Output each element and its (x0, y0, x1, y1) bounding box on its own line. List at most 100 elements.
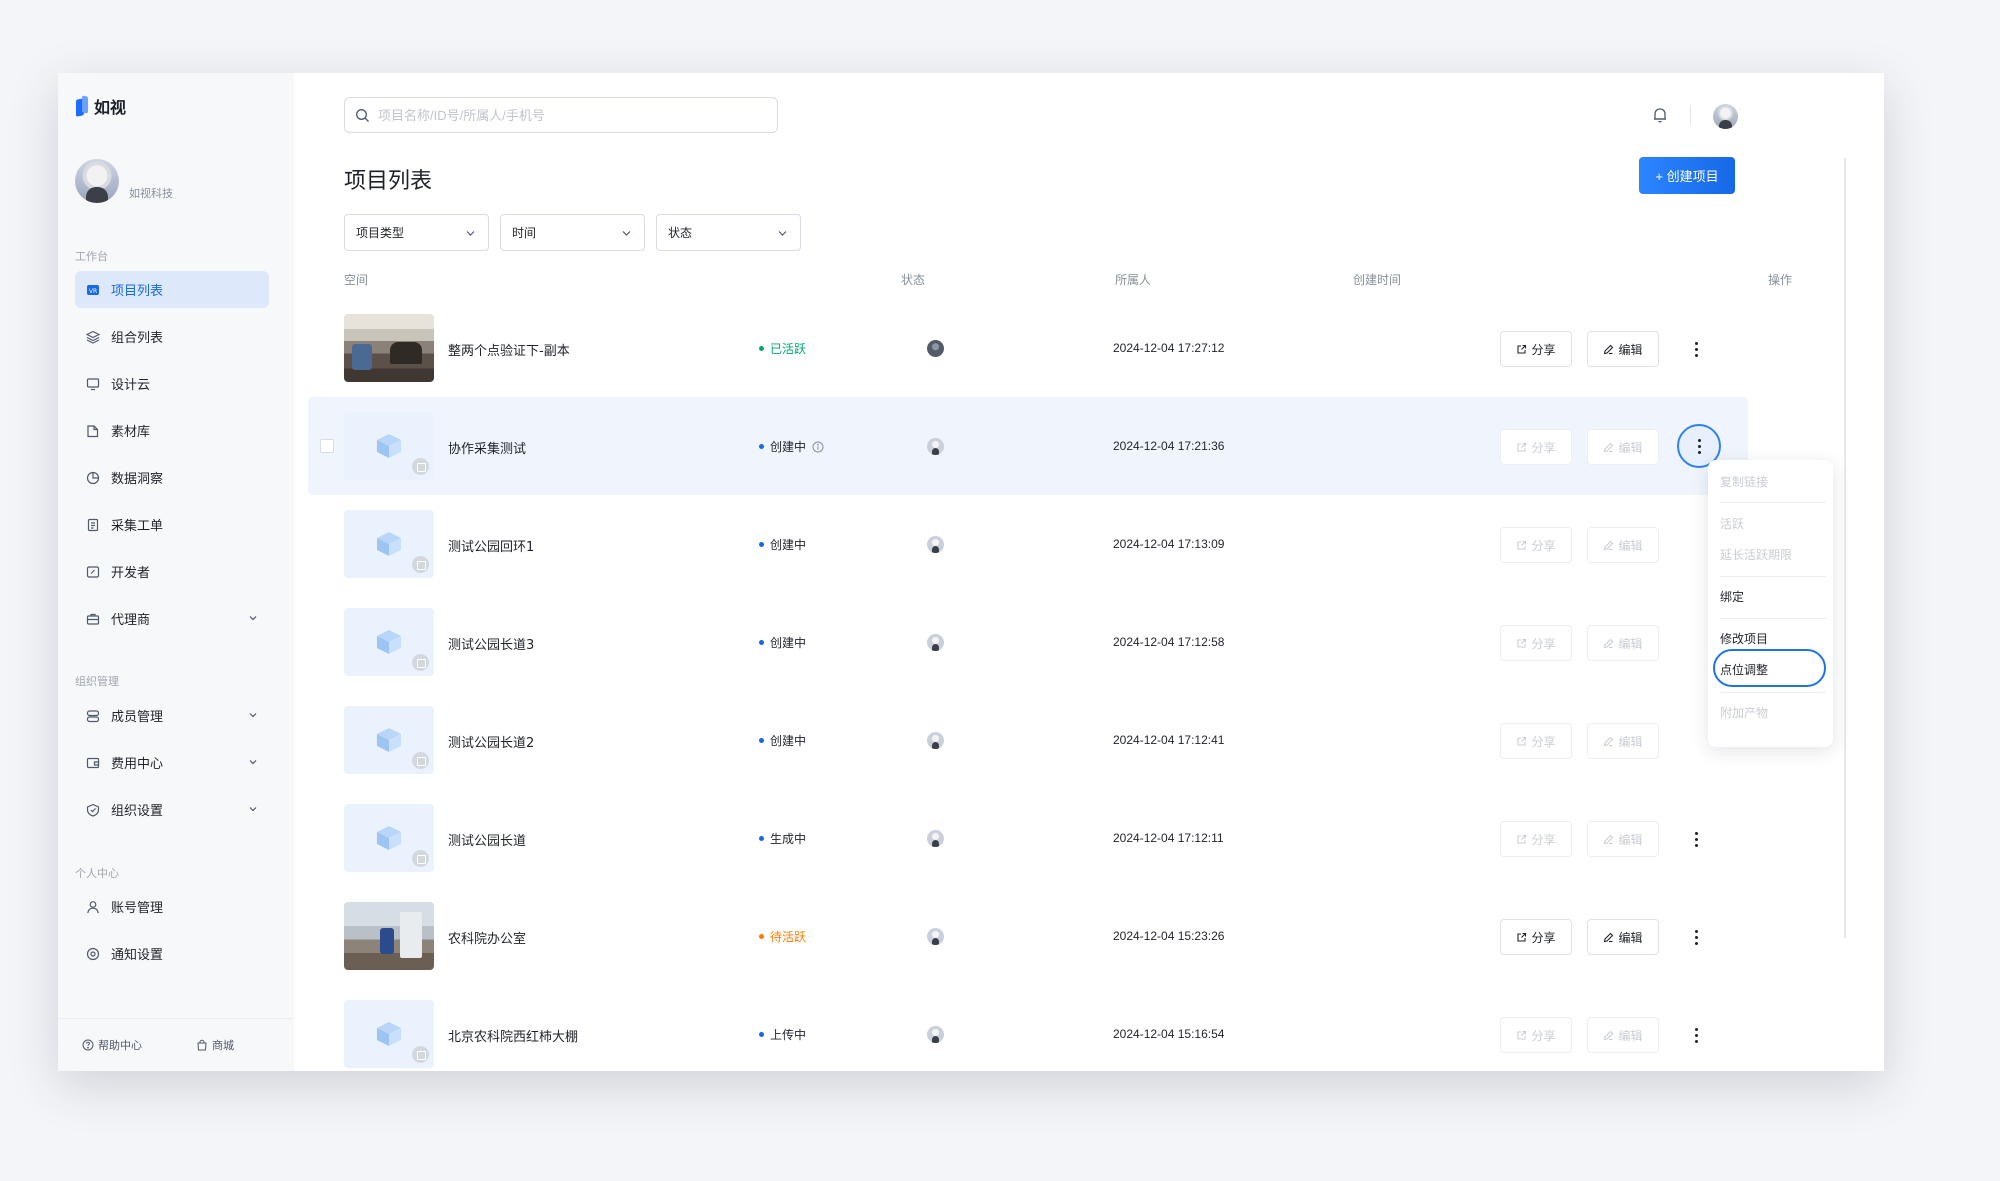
sidebar-item-project-list[interactable]: VR 项目列表 (75, 271, 269, 308)
table-row[interactable]: 农科院办公室 待活跃 2024-12-04 15:23:26 分享 编辑 (308, 887, 1748, 985)
sidebar-item-account[interactable]: 账号管理 (75, 888, 269, 925)
edit-button[interactable]: 编辑 (1587, 331, 1659, 367)
owner-avatar[interactable] (927, 438, 944, 455)
owner-avatar[interactable] (927, 536, 944, 553)
create-project-button[interactable]: + 创建项目 (1639, 157, 1735, 194)
menu-item-point-adjust[interactable]: 点位调整 (1720, 661, 1768, 678)
edit-button[interactable]: 编辑 (1587, 429, 1659, 465)
help-center-link[interactable]: 帮助中心 (82, 1037, 142, 1053)
owner-avatar[interactable] (927, 928, 944, 945)
space-thumbnail[interactable] (344, 804, 434, 872)
menu-item-copy-link[interactable]: 复制链接 (1720, 473, 1768, 490)
space-thumbnail[interactable] (344, 902, 434, 970)
org-profile[interactable]: 如视科技 (75, 159, 173, 203)
share-button[interactable]: 分享 (1500, 331, 1572, 367)
edit-button[interactable]: 编辑 (1587, 625, 1659, 661)
table-row[interactable]: 测试公园长道2 创建中 2024-12-04 17:12:41 分享 编辑 (308, 691, 1748, 789)
sidebar-item-combo-list[interactable]: 组合列表 (75, 318, 269, 355)
sidebar-item-work-order[interactable]: 采集工单 (75, 506, 269, 543)
space-name[interactable]: 农科院办公室 (448, 928, 526, 947)
menu-divider (1720, 692, 1826, 693)
edit-button[interactable]: 编辑 (1587, 723, 1659, 759)
more-actions-button[interactable] (1682, 1021, 1710, 1049)
status-dot (759, 934, 764, 939)
share-button[interactable]: 分享 (1500, 527, 1572, 563)
space-thumbnail[interactable] (344, 1000, 434, 1068)
edit-button[interactable]: 编辑 (1587, 527, 1659, 563)
edit-label: 编辑 (1618, 734, 1643, 749)
sidebar-item-agent[interactable]: 代理商 (75, 600, 269, 637)
menu-item-bind[interactable]: 绑定 (1720, 588, 1744, 605)
pencil-icon (1604, 834, 1614, 844)
space-thumbnail[interactable] (344, 412, 434, 480)
table-row[interactable]: 北京农科院西红柿大棚 上传中 2024-12-04 15:16:54 分享 编辑 (308, 985, 1748, 1071)
store-link[interactable]: 商城 (196, 1037, 234, 1053)
more-actions-button[interactable] (1682, 825, 1710, 853)
menu-divider (1720, 618, 1826, 619)
sidebar-item-data-insight[interactable]: 数据洞察 (75, 459, 269, 496)
sidebar-item-design-cloud[interactable]: 设计云 (75, 365, 269, 402)
space-name[interactable]: 整两个点验证下-副本 (448, 340, 570, 359)
info-icon[interactable] (812, 441, 824, 453)
space-name[interactable]: 北京农科院西红柿大棚 (448, 1026, 578, 1045)
owner-avatar[interactable] (927, 634, 944, 651)
search-box[interactable] (344, 97, 778, 133)
row-checkbox[interactable] (320, 439, 334, 453)
sidebar-item-org-settings[interactable]: 组织设置 (75, 791, 269, 828)
sidebar-item-members[interactable]: 成员管理 (75, 697, 269, 734)
space-thumbnail[interactable] (344, 706, 434, 774)
filter-time[interactable]: 时间 (500, 214, 645, 251)
table-row[interactable]: 整两个点验证下-副本 已活跃 2024-12-04 17:27:12 分享 编辑 (308, 299, 1748, 397)
owner-avatar[interactable] (927, 830, 944, 847)
more-icon (1697, 438, 1701, 442)
table-row[interactable]: 测试公园回环1 创建中 2024-12-04 17:13:09 分享 编辑 (308, 495, 1748, 593)
filter-status[interactable]: 状态 (656, 214, 801, 251)
edit-label: 编辑 (1618, 930, 1643, 945)
share-button[interactable]: 分享 (1500, 429, 1572, 465)
search-input[interactable] (378, 107, 758, 123)
share-button[interactable]: 分享 (1500, 919, 1572, 955)
sidebar-item-developer[interactable]: 开发者 (75, 553, 269, 590)
edit-button[interactable]: 编辑 (1587, 919, 1659, 955)
vertical-scrollbar[interactable] (1844, 158, 1846, 938)
space-name[interactable]: 测试公园回环1 (448, 536, 534, 555)
menu-item-activate[interactable]: 活跃 (1720, 515, 1744, 532)
edit-button[interactable]: 编辑 (1587, 1017, 1659, 1053)
share-button[interactable]: 分享 (1500, 723, 1572, 759)
sidebar-item-label: 代理商 (111, 613, 151, 628)
table-row[interactable]: 协作采集测试 创建中 2024-12-04 17:21:36 分享 编辑 (308, 397, 1748, 495)
space-thumbnail[interactable] (344, 608, 434, 676)
sidebar-item-asset-library[interactable]: 素材库 (75, 412, 269, 449)
owner-avatar[interactable] (927, 340, 944, 357)
space-thumbnail[interactable] (344, 510, 434, 578)
space-name[interactable]: 协作采集测试 (448, 438, 526, 457)
wallet-icon (84, 754, 102, 772)
menu-item-modify-project[interactable]: 修改项目 (1720, 630, 1768, 647)
space-name[interactable]: 测试公园长道2 (448, 732, 534, 751)
owner-avatar[interactable] (927, 1026, 944, 1043)
app-logo[interactable]: 如视 (76, 95, 126, 117)
edit-button[interactable]: 编辑 (1587, 821, 1659, 857)
share-button[interactable]: 分享 (1500, 821, 1572, 857)
corner-badge-icon (412, 1046, 429, 1063)
more-actions-button[interactable] (1682, 923, 1710, 951)
owner-avatar[interactable] (927, 732, 944, 749)
sidebar-item-billing[interactable]: 费用中心 (75, 744, 269, 781)
table-row[interactable]: 测试公园长道 生成中 2024-12-04 17:12:11 分享 编辑 (308, 789, 1748, 887)
bell-icon[interactable] (1651, 106, 1669, 124)
menu-item-extend-active[interactable]: 延长活跃期限 (1720, 546, 1792, 563)
space-name[interactable]: 测试公园长道 (448, 830, 526, 849)
more-actions-button[interactable] (1682, 335, 1710, 363)
filter-project-type[interactable]: 项目类型 (344, 214, 489, 251)
share-button[interactable]: 分享 (1500, 1017, 1572, 1053)
sidebar-item-notifications[interactable]: 通知设置 (75, 935, 269, 972)
chevron-down-icon (466, 231, 475, 236)
filter-label: 时间 (512, 226, 537, 240)
space-thumbnail[interactable] (344, 314, 434, 382)
menu-item-attach-output[interactable]: 附加产物 (1720, 704, 1768, 721)
share-button[interactable]: 分享 (1500, 625, 1572, 661)
table-row[interactable]: 测试公园长道3 创建中 2024-12-04 17:12:58 分享 编辑 (308, 593, 1748, 691)
space-name[interactable]: 测试公园长道3 (448, 634, 534, 653)
created-time: 2024-12-04 17:27:12 (1113, 341, 1225, 355)
user-avatar[interactable] (1713, 104, 1738, 129)
